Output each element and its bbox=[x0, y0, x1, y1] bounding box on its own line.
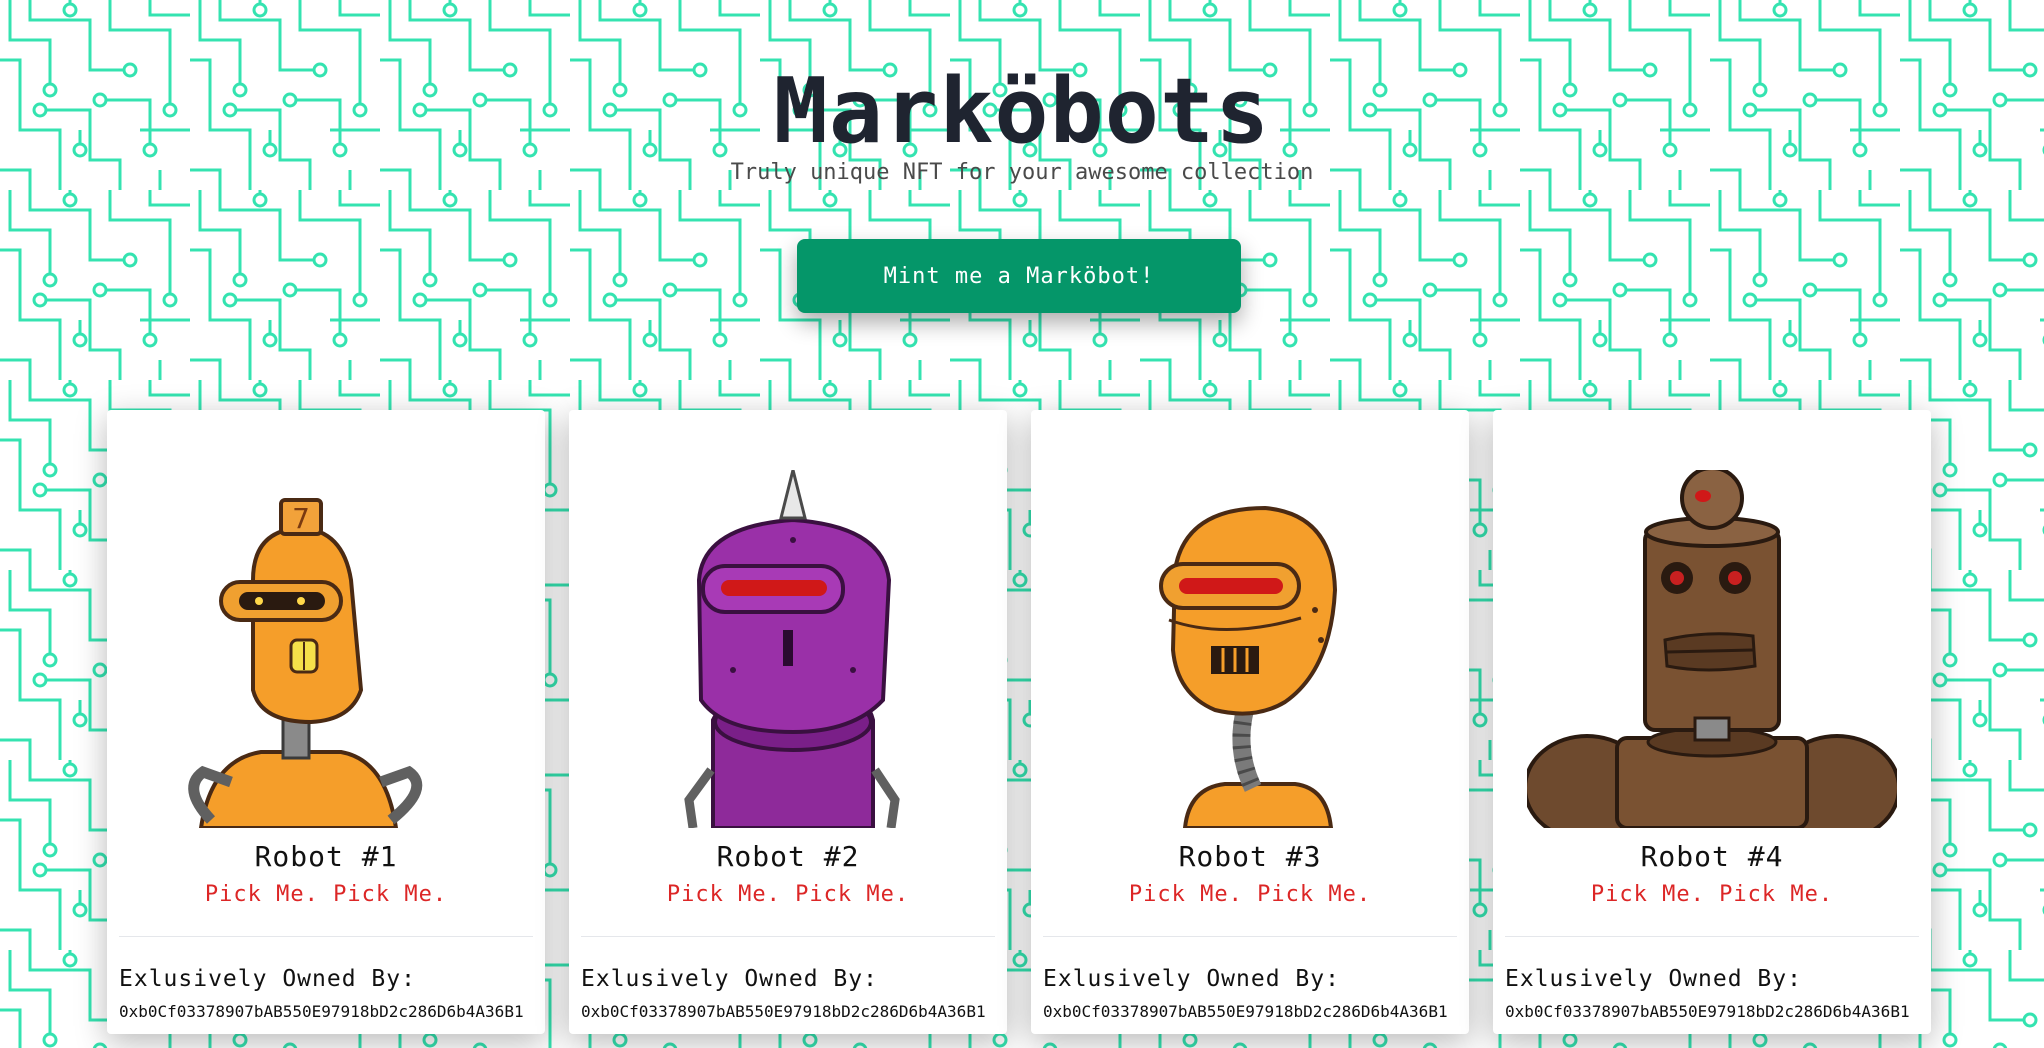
owner-label: Exlusively Owned By: bbox=[581, 966, 878, 992]
robot-card[interactable]: Robot #2 Pick Me. Pick Me. Exlusively Ow… bbox=[569, 410, 1007, 1034]
owner-address: 0xb0Cf03378907bAB550E97918bD2c286D6b4A36… bbox=[119, 1002, 524, 1021]
owner-label: Exlusively Owned By: bbox=[119, 966, 416, 992]
svg-text:7: 7 bbox=[292, 502, 310, 535]
purple-robot-spike-icon bbox=[603, 470, 973, 828]
owner-address: 0xb0Cf03378907bAB550E97918bD2c286D6b4A36… bbox=[1505, 1002, 1910, 1021]
card-divider bbox=[1505, 936, 1919, 937]
brown-robot-tower-icon bbox=[1527, 470, 1897, 828]
owner-address: 0xb0Cf03378907bAB550E97918bD2c286D6b4A36… bbox=[1043, 1002, 1448, 1021]
orange-robot-seven-icon: 7 bbox=[141, 470, 511, 828]
owner-label: Exlusively Owned By: bbox=[1505, 966, 1802, 992]
page-title: Marköbots bbox=[773, 59, 1271, 164]
orange-robot-visor-icon bbox=[1065, 470, 1435, 828]
robot-name: Robot #3 bbox=[1178, 840, 1322, 873]
robot-tagline: Pick Me. Pick Me. bbox=[204, 882, 448, 907]
robot-card[interactable]: Robot #4 Pick Me. Pick Me. Exlusively Ow… bbox=[1493, 410, 1931, 1034]
robot-card[interactable]: 7 Robot #1 Pick Me. Pick Me. Exlusively … bbox=[107, 410, 545, 1034]
robot-card-grid: 7 Robot #1 Pick Me. Pick Me. Exlusively … bbox=[0, 410, 2044, 1036]
card-divider bbox=[1043, 936, 1457, 937]
robot-name: Robot #2 bbox=[716, 840, 860, 873]
owner-label: Exlusively Owned By: bbox=[1043, 966, 1340, 992]
mint-button[interactable]: Mint me a Marköbot! bbox=[797, 239, 1241, 313]
robot-tagline: Pick Me. Pick Me. bbox=[666, 882, 910, 907]
robot-tagline: Pick Me. Pick Me. bbox=[1590, 882, 1834, 907]
page-subtitle: Truly unique NFT for your awesome collec… bbox=[730, 160, 1314, 185]
robot-card[interactable]: Robot #3 Pick Me. Pick Me. Exlusively Ow… bbox=[1031, 410, 1469, 1034]
robot-name: Robot #4 bbox=[1640, 840, 1784, 873]
card-divider bbox=[581, 936, 995, 937]
robot-name: Robot #1 bbox=[254, 840, 398, 873]
card-divider bbox=[119, 936, 533, 937]
owner-address: 0xb0Cf03378907bAB550E97918bD2c286D6b4A36… bbox=[581, 1002, 986, 1021]
robot-tagline: Pick Me. Pick Me. bbox=[1128, 882, 1372, 907]
